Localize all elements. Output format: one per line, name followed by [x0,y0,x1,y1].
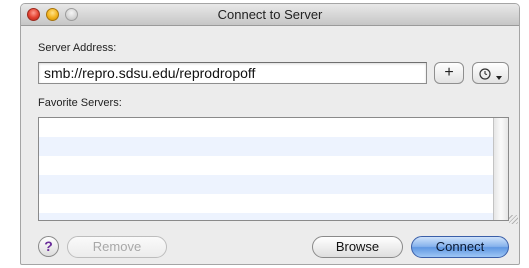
connect-to-server-window: Connect to Server Server Address: + Favo… [20,3,520,265]
window-title: Connect to Server [217,7,323,22]
remove-button[interactable]: Remove [67,236,167,258]
list-row [39,156,508,175]
title-bar[interactable]: Connect to Server [21,4,519,26]
list-row [39,175,508,194]
server-address-label: Server Address: [38,42,117,54]
recent-servers-button[interactable] [472,62,509,84]
plus-icon: + [444,64,454,81]
list-row [39,137,508,156]
clock-icon [479,67,491,80]
add-favorite-button[interactable]: + [434,62,464,84]
list-row [39,213,508,220]
list-row [39,118,508,137]
server-address-input[interactable] [38,62,427,84]
chevron-down-icon [495,76,502,80]
list-row [39,194,508,213]
help-button[interactable]: ? [38,236,59,257]
favorite-servers-list[interactable] [38,117,509,221]
vertical-scrollbar[interactable] [493,118,508,220]
favorite-servers-label: Favorite Servers: [38,97,122,109]
connect-button[interactable]: Connect [411,236,509,258]
question-mark-icon: ? [44,238,53,254]
resize-grip-icon[interactable] [509,215,518,224]
browse-button[interactable]: Browse [312,236,403,258]
